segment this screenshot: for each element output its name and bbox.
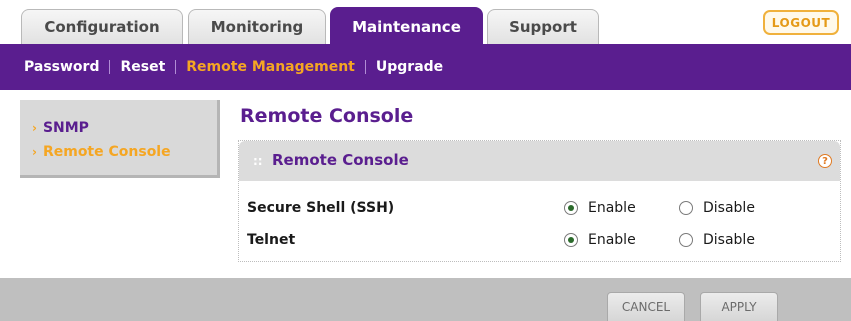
ssh-label: Secure Shell (SSH)	[247, 200, 395, 216]
chevron-right-icon: ›	[32, 121, 37, 135]
tab-configuration[interactable]: Configuration	[21, 9, 183, 44]
radio-label: Enable	[588, 232, 636, 248]
subnav-separator	[364, 60, 366, 74]
radio-label: Disable	[703, 200, 755, 216]
help-icon[interactable]: ?	[818, 154, 832, 168]
chevron-right-icon: ›	[32, 145, 37, 159]
telnet-enable-radio[interactable]: Enable	[564, 232, 636, 248]
sidebar-item-snmp[interactable]: › SNMP	[32, 120, 89, 136]
subnav-remote-management[interactable]: Remote Management	[186, 59, 355, 75]
logout-button[interactable]: LOGOUT	[763, 10, 839, 35]
drag-grip-icon: ::	[253, 154, 263, 168]
sidebar-item-remote-console[interactable]: › Remote Console	[32, 144, 171, 160]
radio-label: Disable	[703, 232, 755, 248]
radio-label: Enable	[588, 200, 636, 216]
subnav-separator	[175, 60, 177, 74]
tab-monitoring[interactable]: Monitoring	[188, 9, 326, 44]
tab-support[interactable]: Support	[487, 9, 599, 44]
telnet-disable-radio[interactable]: Disable	[679, 232, 755, 248]
remote-console-panel: :: Remote Console ? Secure Shell (SSH) E…	[238, 140, 841, 262]
sidebar-item-label: SNMP	[42, 120, 89, 136]
panel-title: Remote Console	[272, 151, 409, 169]
tab-maintenance[interactable]: Maintenance	[330, 7, 483, 45]
subnav-upgrade[interactable]: Upgrade	[376, 59, 443, 75]
radio-unselected-icon	[679, 201, 693, 215]
radio-unselected-icon	[679, 233, 693, 247]
setting-row-telnet: Telnet Enable Disable	[239, 229, 840, 253]
radio-selected-icon	[564, 233, 578, 247]
sidebar: › SNMP › Remote Console	[20, 100, 220, 178]
footer-bar: CANCEL APPLY	[0, 278, 851, 321]
subnav-password[interactable]: Password	[24, 59, 99, 75]
telnet-label: Telnet	[247, 232, 296, 248]
ssh-disable-radio[interactable]: Disable	[679, 200, 755, 216]
subnav-separator	[109, 60, 111, 74]
sidebar-item-label: Remote Console	[42, 144, 171, 160]
ssh-enable-radio[interactable]: Enable	[564, 200, 636, 216]
apply-button[interactable]: APPLY	[700, 292, 778, 321]
panel-header: :: Remote Console ?	[239, 141, 840, 181]
top-tab-bar: Configuration Monitoring Maintenance Sup…	[0, 0, 851, 45]
page-title: Remote Console	[240, 105, 414, 127]
setting-row-ssh: Secure Shell (SSH) Enable Disable	[239, 197, 840, 221]
radio-selected-icon	[564, 201, 578, 215]
sub-navigation: Password Reset Remote Management Upgrade	[0, 44, 851, 90]
cancel-button[interactable]: CANCEL	[607, 292, 685, 321]
main-content: › SNMP › Remote Console Remote Console :…	[0, 90, 851, 278]
subnav-reset[interactable]: Reset	[120, 59, 165, 75]
